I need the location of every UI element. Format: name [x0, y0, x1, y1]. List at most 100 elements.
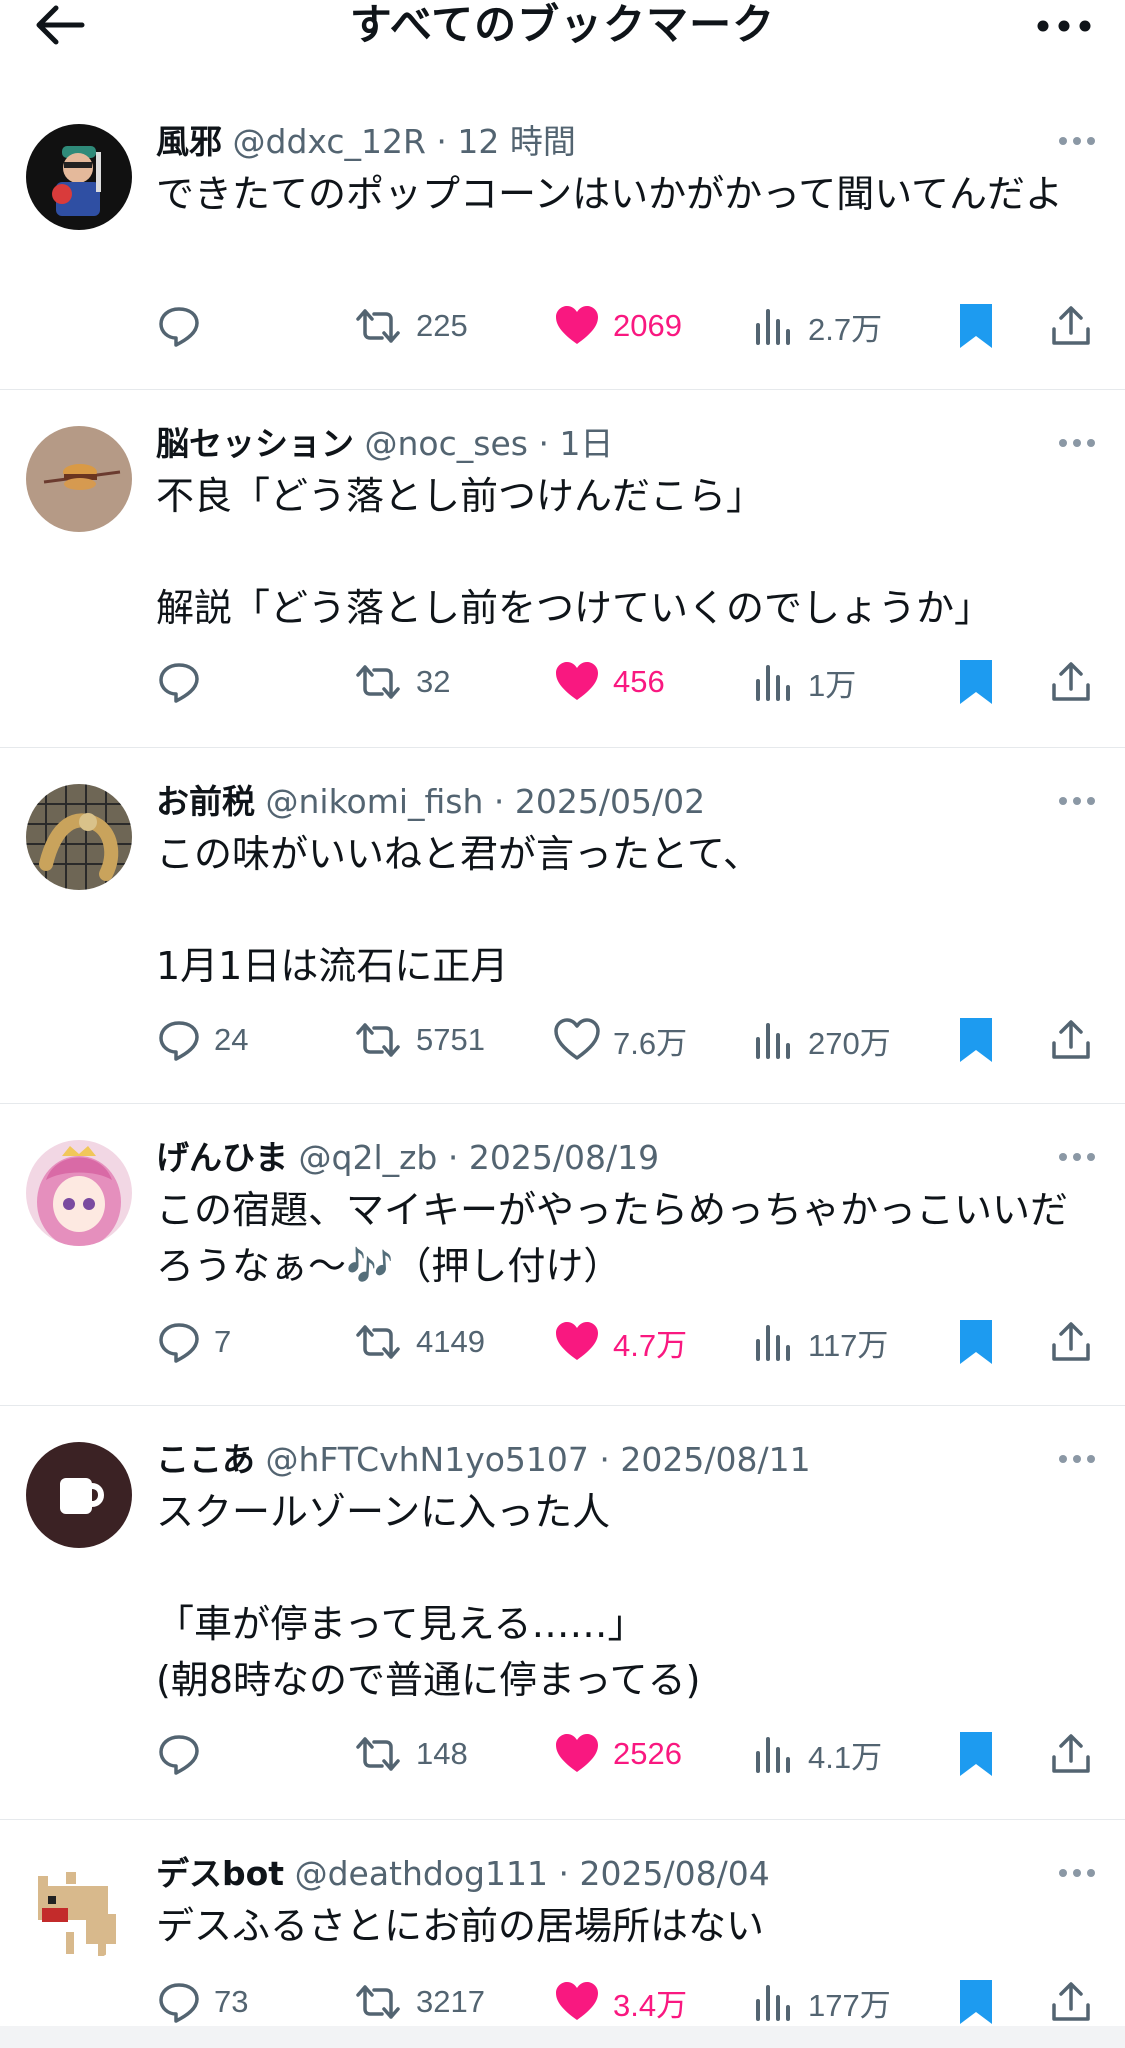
- separator-dot: ·: [436, 122, 447, 161]
- retweet-button[interactable]: 32: [352, 652, 450, 712]
- reply-button[interactable]: [156, 1724, 214, 1784]
- display-name[interactable]: デスbot: [156, 1854, 284, 1893]
- tweet-text: デスふるさとにお前の居場所はない: [156, 1904, 765, 1948]
- tweet-text: この宿題、マイキーがやったらめっちゃかっこいいだろうなぁ〜🎶（押し付け）: [156, 1188, 1069, 1288]
- tweet-more-button[interactable]: [1055, 786, 1099, 816]
- bookmark-button[interactable]: [956, 652, 996, 712]
- reply-button[interactable]: 24: [156, 1010, 248, 1070]
- reply-icon: [159, 1735, 199, 1775]
- share-button[interactable]: [1048, 1010, 1094, 1070]
- timestamp[interactable]: 12 時間: [457, 122, 575, 161]
- share-button[interactable]: [1048, 1724, 1094, 1784]
- retweet-button[interactable]: 5751: [352, 1010, 485, 1070]
- avatar[interactable]: [26, 124, 132, 230]
- like-button[interactable]: 2526: [553, 1724, 682, 1784]
- like-count: 2526: [613, 1736, 682, 1771]
- ellipsis-icon: [1059, 1869, 1095, 1877]
- like-count: 7.6万: [613, 1025, 688, 1061]
- like-button[interactable]: 2069: [553, 296, 682, 356]
- tweet[interactable]: 脳セッション @noc_ses · 1日 不良「どう落とし前つけんだこら」 解説…: [0, 390, 1125, 748]
- heart-filled-icon: [556, 1734, 598, 1772]
- reply-button[interactable]: 7: [156, 1312, 231, 1372]
- display-name[interactable]: ここあ: [156, 1440, 255, 1479]
- views-button[interactable]: 2.7万: [752, 296, 882, 356]
- avatar[interactable]: [26, 1856, 132, 1962]
- user-handle[interactable]: @q2l_zb: [299, 1138, 438, 1177]
- display-name[interactable]: げんひま: [156, 1138, 288, 1177]
- views-button[interactable]: 1万: [752, 652, 856, 712]
- user-handle[interactable]: @ddxc_12R: [233, 122, 426, 161]
- retweet-icon: [356, 1985, 400, 2019]
- avatar[interactable]: [26, 426, 132, 532]
- like-count: 4.7万: [613, 1327, 688, 1363]
- timestamp[interactable]: 2025/08/04: [579, 1854, 769, 1893]
- user-handle[interactable]: @noc_ses: [365, 424, 528, 463]
- retweet-button[interactable]: 4149: [352, 1312, 485, 1372]
- like-button[interactable]: 456: [553, 652, 665, 712]
- avatar[interactable]: [26, 1140, 132, 1246]
- bookmark-button[interactable]: [956, 1010, 996, 1070]
- display-name[interactable]: お前税: [156, 782, 255, 821]
- avatar[interactable]: [26, 1442, 132, 1548]
- user-handle[interactable]: @hFTCvhN1yo5107: [266, 1440, 589, 1479]
- tweet[interactable]: げんひま @q2l_zb · 2025/08/19 この宿題、マイキーがやったら…: [0, 1104, 1125, 1406]
- views-chart-icon: [756, 309, 790, 345]
- like-button[interactable]: 7.6万: [553, 1010, 687, 1070]
- ellipsis-icon: [1059, 1455, 1095, 1463]
- views-button[interactable]: 4.1万: [752, 1724, 882, 1784]
- bookmark-button[interactable]: [956, 1972, 996, 2032]
- tweet[interactable]: お前税 @nikomi_fish · 2025/05/02 この味がいいねと君が…: [0, 748, 1125, 1104]
- timestamp[interactable]: 1日: [559, 424, 613, 463]
- like-button[interactable]: 4.7万: [553, 1312, 687, 1372]
- reply-button[interactable]: 73: [156, 1972, 248, 2032]
- views-button[interactable]: 177万: [752, 1972, 891, 2032]
- reply-button[interactable]: [156, 652, 214, 712]
- retweet-button[interactable]: 225: [352, 296, 468, 356]
- user-handle[interactable]: @nikomi_fish: [266, 782, 484, 821]
- views-chart-icon: [756, 1325, 790, 1361]
- share-button[interactable]: [1048, 1312, 1094, 1372]
- tweet-more-button[interactable]: [1055, 126, 1099, 156]
- user-handle[interactable]: @deathdog111: [295, 1854, 548, 1893]
- share-button[interactable]: [1048, 296, 1094, 356]
- bookmark-filled-icon: [960, 1320, 992, 1364]
- views-chart-icon: [756, 1985, 790, 2021]
- tweet[interactable]: デスbot @deathdog111 · 2025/08/04 デスふるさとにお…: [0, 1820, 1125, 2048]
- bookmark-filled-icon: [960, 304, 992, 348]
- retweet-button[interactable]: 3217: [352, 1972, 485, 2032]
- tweet-more-button[interactable]: [1055, 1444, 1099, 1474]
- tweet-more-button[interactable]: [1055, 1142, 1099, 1172]
- timestamp[interactable]: 2025/08/11: [620, 1440, 810, 1479]
- avatar[interactable]: [26, 784, 132, 890]
- bookmark-button[interactable]: [956, 296, 996, 356]
- retweet-icon: [356, 309, 400, 343]
- retweet-icon: [356, 1023, 400, 1057]
- retweet-button[interactable]: 148: [352, 1724, 468, 1784]
- reply-button[interactable]: [156, 296, 214, 356]
- share-button[interactable]: [1048, 1972, 1094, 2032]
- views-button[interactable]: 270万: [752, 1010, 891, 1070]
- heart-filled-icon: [556, 1982, 598, 2020]
- retweet-count: 5751: [416, 1022, 485, 1057]
- tweet[interactable]: ここあ @hFTCvhN1yo5107 · 2025/08/11 スクールゾーン…: [0, 1406, 1125, 1820]
- tweet[interactable]: 風邪 @ddxc_12R · 12 時間 できたてのポップコーンはいかがかって聞…: [0, 88, 1125, 390]
- tweet-more-button[interactable]: [1055, 1858, 1099, 1888]
- retweet-count: 4149: [416, 1324, 485, 1359]
- reply-icon: [159, 1983, 199, 2023]
- timestamp[interactable]: 2025/08/19: [469, 1138, 659, 1177]
- reply-count: 24: [214, 1022, 249, 1057]
- display-name[interactable]: 風邪: [156, 122, 222, 161]
- separator-dot: ·: [493, 782, 505, 821]
- tweet-text: この味がいいねと君が言ったとて、 1月1日は流石に正月: [156, 832, 761, 988]
- like-button[interactable]: 3.4万: [553, 1972, 687, 2032]
- bookmark-button[interactable]: [956, 1312, 996, 1372]
- more-options-button[interactable]: [1029, 4, 1099, 44]
- views-button[interactable]: 117万: [752, 1312, 888, 1372]
- display-name[interactable]: 脳セッション: [156, 424, 354, 463]
- timestamp[interactable]: 2025/05/02: [515, 782, 705, 821]
- tweet-more-button[interactable]: [1055, 428, 1099, 458]
- ellipsis-icon: [1037, 20, 1091, 32]
- bookmark-button[interactable]: [956, 1724, 996, 1784]
- share-button[interactable]: [1048, 652, 1094, 712]
- bookmark-filled-icon: [960, 660, 992, 704]
